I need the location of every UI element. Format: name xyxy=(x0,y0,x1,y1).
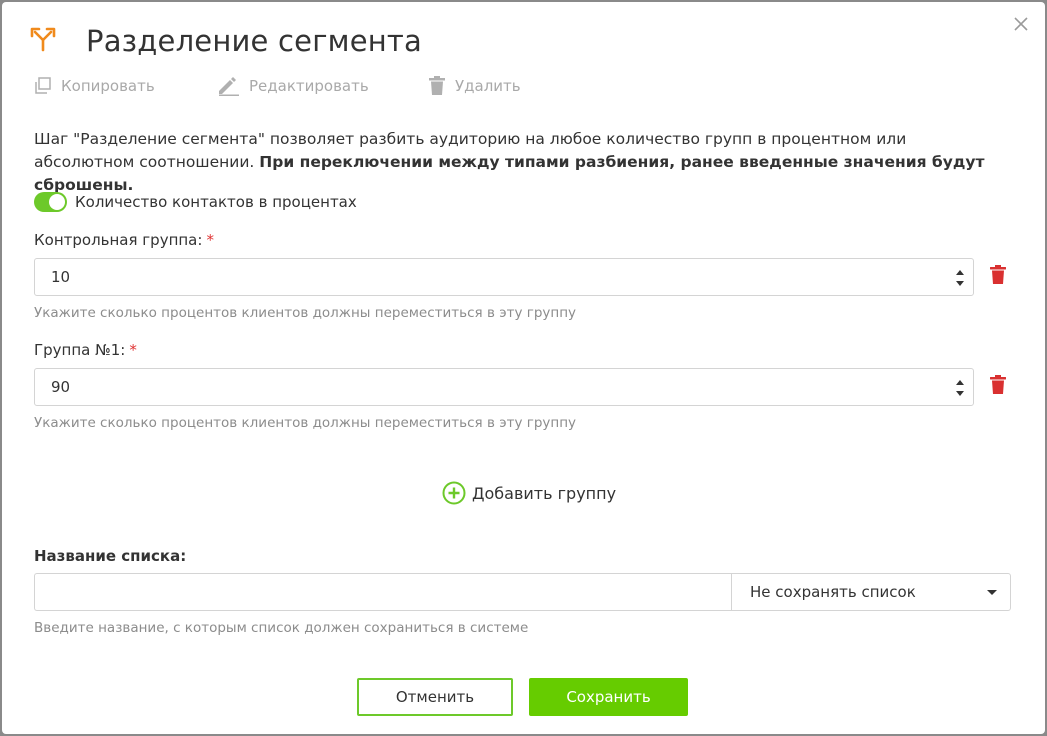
dialog-title: Разделение сегмента xyxy=(86,24,422,58)
delete-group-1-button[interactable] xyxy=(990,375,1006,399)
list-name-input[interactable] xyxy=(34,573,731,611)
control-group-hint: Укажите сколько процентов клиентов должн… xyxy=(34,305,577,321)
control-group-input[interactable]: 10 xyxy=(34,258,974,296)
copy-label: Копировать xyxy=(61,77,155,95)
delete-control-group-button[interactable] xyxy=(990,265,1006,289)
percent-toggle-label: Количество контактов в процентах xyxy=(75,193,357,211)
pencil-icon xyxy=(219,77,239,96)
copy-icon xyxy=(35,77,51,94)
required-mark: * xyxy=(129,341,137,359)
save-list-select-value: Не сохранять список xyxy=(750,583,916,601)
plus-circle-icon xyxy=(442,481,466,505)
list-name-row: Не сохранять список xyxy=(34,573,1011,611)
trash-icon xyxy=(990,375,1006,394)
list-name-hint: Введите название, с которым список долже… xyxy=(34,620,529,636)
split-arrows-icon xyxy=(30,26,56,56)
cancel-button[interactable]: Отменить xyxy=(357,678,513,716)
number-spinner-icon[interactable] xyxy=(953,374,967,402)
add-group-label: Добавить группу xyxy=(472,483,617,503)
split-segment-dialog: Разделение сегмента Копировать Редактиро… xyxy=(2,2,1045,734)
save-list-select[interactable]: Не сохранять список xyxy=(731,573,1011,611)
percent-toggle-row: Количество контактов в процентах xyxy=(34,192,357,212)
step-description: Шаг "Разделение сегмента" позволяет разб… xyxy=(34,128,994,197)
copy-button[interactable]: Копировать xyxy=(34,77,216,95)
edit-label: Редактировать xyxy=(249,77,369,95)
delete-button[interactable]: Удалить xyxy=(428,76,521,96)
edit-button[interactable]: Редактировать xyxy=(216,76,428,96)
percent-toggle[interactable] xyxy=(34,192,67,212)
number-spinner-icon[interactable] xyxy=(953,264,967,292)
control-group-label: Контрольная группа: * xyxy=(34,231,214,249)
add-group-button[interactable]: Добавить группу xyxy=(442,481,616,505)
trash-icon xyxy=(990,265,1006,284)
dialog-header: Разделение сегмента xyxy=(30,24,422,58)
caret-down-icon xyxy=(987,590,997,595)
group-1-value: 90 xyxy=(51,378,71,396)
group-1-hint: Укажите сколько процентов клиентов должн… xyxy=(34,415,577,431)
control-group-value: 10 xyxy=(51,268,71,286)
toolbar: Копировать Редактировать Удалить xyxy=(34,76,521,96)
close-icon[interactable] xyxy=(1011,14,1031,34)
group-1-input[interactable]: 90 xyxy=(34,368,974,406)
save-button[interactable]: Сохранить xyxy=(529,678,688,716)
required-mark: * xyxy=(206,231,214,249)
list-name-label: Название списка: xyxy=(34,547,187,565)
trash-icon xyxy=(429,76,445,95)
delete-label: Удалить xyxy=(455,77,521,95)
group-1-label: Группа №1: * xyxy=(34,341,137,359)
